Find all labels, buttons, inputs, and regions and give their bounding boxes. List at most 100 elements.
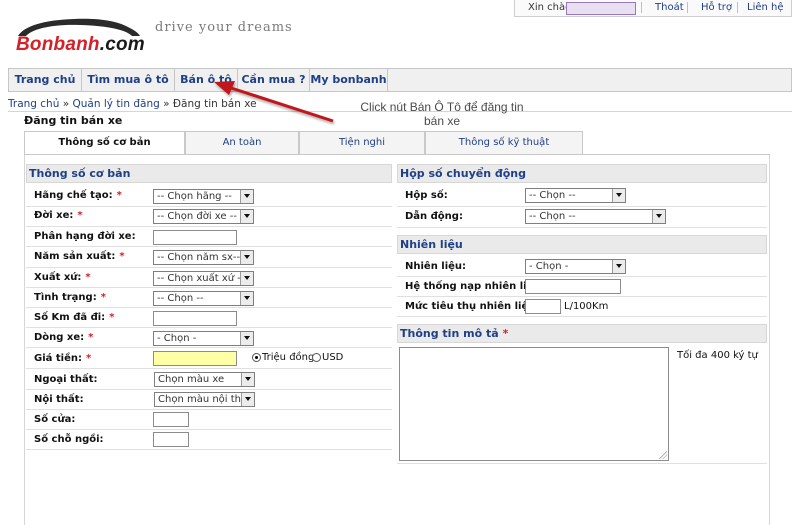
chevron-down-icon xyxy=(240,210,253,223)
chevron-down-icon xyxy=(241,373,254,386)
select-value: - Chọn - xyxy=(529,261,569,272)
username-field[interactable] xyxy=(566,2,636,15)
required-mark: * xyxy=(109,312,115,323)
label-text: Dòng xe: xyxy=(34,332,85,343)
annotation-note: Click nút Bán Ô Tô để đăng tin bán xe xyxy=(360,100,524,128)
divider xyxy=(397,206,767,207)
breadcrumb-home[interactable]: Trang chủ xyxy=(8,98,59,110)
logout-link[interactable]: Thoát xyxy=(655,2,684,13)
model-select[interactable]: -- Chọn đời xe -- xyxy=(153,209,254,224)
divider xyxy=(26,267,392,268)
required-mark: * xyxy=(100,292,106,303)
fuel-unit-label: L/100Km xyxy=(564,301,609,312)
fuel-system-label: Hệ thống nạp nhiên liệu: xyxy=(405,281,545,292)
nav-my-bonbanh[interactable]: My bonbanh xyxy=(310,69,388,92)
year-select[interactable]: -- Chọn năm sx-- xyxy=(153,250,254,265)
chevron-down-icon xyxy=(240,272,253,285)
gearbox-select[interactable]: -- Chọn -- xyxy=(525,188,626,203)
fuel-consumption-label: Mức tiêu thụ nhiên liệu: xyxy=(405,301,540,312)
required-mark: * xyxy=(502,327,509,340)
price-label: Giá tiền: * xyxy=(34,353,91,364)
section-title-text: Thông tin mô tả xyxy=(400,327,499,340)
doors-input[interactable] xyxy=(153,412,189,427)
interior-select[interactable]: Chọn màu nội thất xyxy=(154,392,255,407)
tab-technical[interactable]: Thông số kỹ thuật xyxy=(425,131,583,155)
nav-want-buy[interactable]: Cần mua ? xyxy=(238,69,310,92)
chevron-down-icon xyxy=(652,210,665,223)
maker-select[interactable]: -- Chọn hãng -- xyxy=(153,189,254,204)
variant-input[interactable] xyxy=(153,230,237,245)
currency-vnd-radio[interactable] xyxy=(252,353,261,362)
description-limit-note: Tối đa 400 ký tự xyxy=(677,350,758,361)
seats-input[interactable] xyxy=(153,432,189,447)
label-text: Đời xe: xyxy=(34,210,74,221)
exterior-label: Ngoại thất: xyxy=(34,374,98,385)
nav-sell-car[interactable]: Bán ô tô xyxy=(175,69,238,92)
nav-buy-car[interactable]: Tìm mua ô tô xyxy=(82,69,175,92)
resize-grip-icon[interactable] xyxy=(659,451,667,459)
divider xyxy=(26,287,392,288)
tab-safety[interactable]: An toàn xyxy=(185,131,299,155)
label-text: Số Km đã đi: xyxy=(34,312,106,323)
contact-link[interactable]: Liên hệ xyxy=(747,2,784,13)
divider xyxy=(397,463,767,464)
fuel-system-input[interactable] xyxy=(525,279,621,294)
divider xyxy=(26,347,392,348)
divider xyxy=(737,2,738,13)
chevron-down-icon xyxy=(240,190,253,203)
required-mark: * xyxy=(85,353,92,364)
condition-select[interactable]: -- Chọn -- xyxy=(153,291,254,306)
currency-usd-radio[interactable] xyxy=(312,353,321,362)
logo[interactable]: Bonbanh.com xyxy=(16,34,145,56)
select-value: -- Chọn -- xyxy=(529,190,576,201)
required-mark: * xyxy=(116,190,122,201)
origin-select[interactable]: -- Chọn xuất xứ -- xyxy=(153,271,254,286)
divider xyxy=(26,307,392,308)
km-label: Số Km đã đi: * xyxy=(34,312,114,323)
divider xyxy=(397,227,767,228)
seats-label: Số chỗ ngồi: xyxy=(34,434,104,445)
page-title: Đăng tin bán xe xyxy=(24,114,123,127)
logo-main: Bonbanh xyxy=(16,34,100,55)
divider xyxy=(397,296,767,297)
drive-label: Dẫn động: xyxy=(405,211,463,222)
divider xyxy=(26,226,392,227)
divider xyxy=(26,368,392,369)
select-value: Chọn màu xe xyxy=(158,374,225,385)
select-value: - Chọn - xyxy=(157,333,197,344)
top-user-bar: Xin chào Thoát Hỗ trợ Liên hệ xyxy=(514,0,792,17)
breadcrumb-separator: » xyxy=(62,98,70,110)
required-mark: * xyxy=(119,251,125,262)
required-mark: * xyxy=(88,332,94,343)
label-text: Năm sản xuất: xyxy=(34,251,116,262)
breadcrumb-current: Đăng tin bán xe xyxy=(172,98,257,110)
nav-home[interactable]: Trang chủ xyxy=(9,69,82,92)
section-basic-title: Thông số cơ bản xyxy=(26,164,392,183)
select-value: -- Chọn -- xyxy=(529,211,576,222)
divider xyxy=(641,2,642,13)
price-input[interactable] xyxy=(153,351,237,366)
chevron-down-icon xyxy=(240,332,253,345)
fuel-consumption-input[interactable] xyxy=(525,299,561,314)
tab-comfort[interactable]: Tiện nghi xyxy=(299,131,425,155)
model-label: Đời xe: * xyxy=(34,210,83,221)
section-description-title: Thông tin mô tả * xyxy=(397,324,767,343)
currency-vnd-label: Triệu đồng xyxy=(262,352,315,363)
line-select[interactable]: - Chọn - xyxy=(153,331,254,346)
select-value: -- Chọn đời xe -- xyxy=(157,211,237,222)
help-link[interactable]: Hỗ trợ xyxy=(701,2,732,13)
fuel-type-select[interactable]: - Chọn - xyxy=(525,259,626,274)
logo-suffix: .com xyxy=(99,34,145,55)
doors-label: Số cửa: xyxy=(34,414,76,425)
divider xyxy=(26,327,392,328)
select-value: -- Chọn hãng -- xyxy=(157,191,232,202)
tab-basic-specs[interactable]: Thông số cơ bản xyxy=(24,131,185,155)
exterior-select[interactable]: Chọn màu xe xyxy=(154,372,255,387)
breadcrumb-separator: » xyxy=(163,98,170,110)
fuel-type-label: Nhiên liệu: xyxy=(405,261,467,272)
chevron-down-icon xyxy=(612,189,625,202)
drive-select[interactable]: -- Chọn -- xyxy=(525,209,666,224)
km-input[interactable] xyxy=(153,311,237,326)
description-textarea[interactable] xyxy=(399,347,669,461)
breadcrumb-manage[interactable]: Quản lý tin đăng xyxy=(73,98,160,110)
